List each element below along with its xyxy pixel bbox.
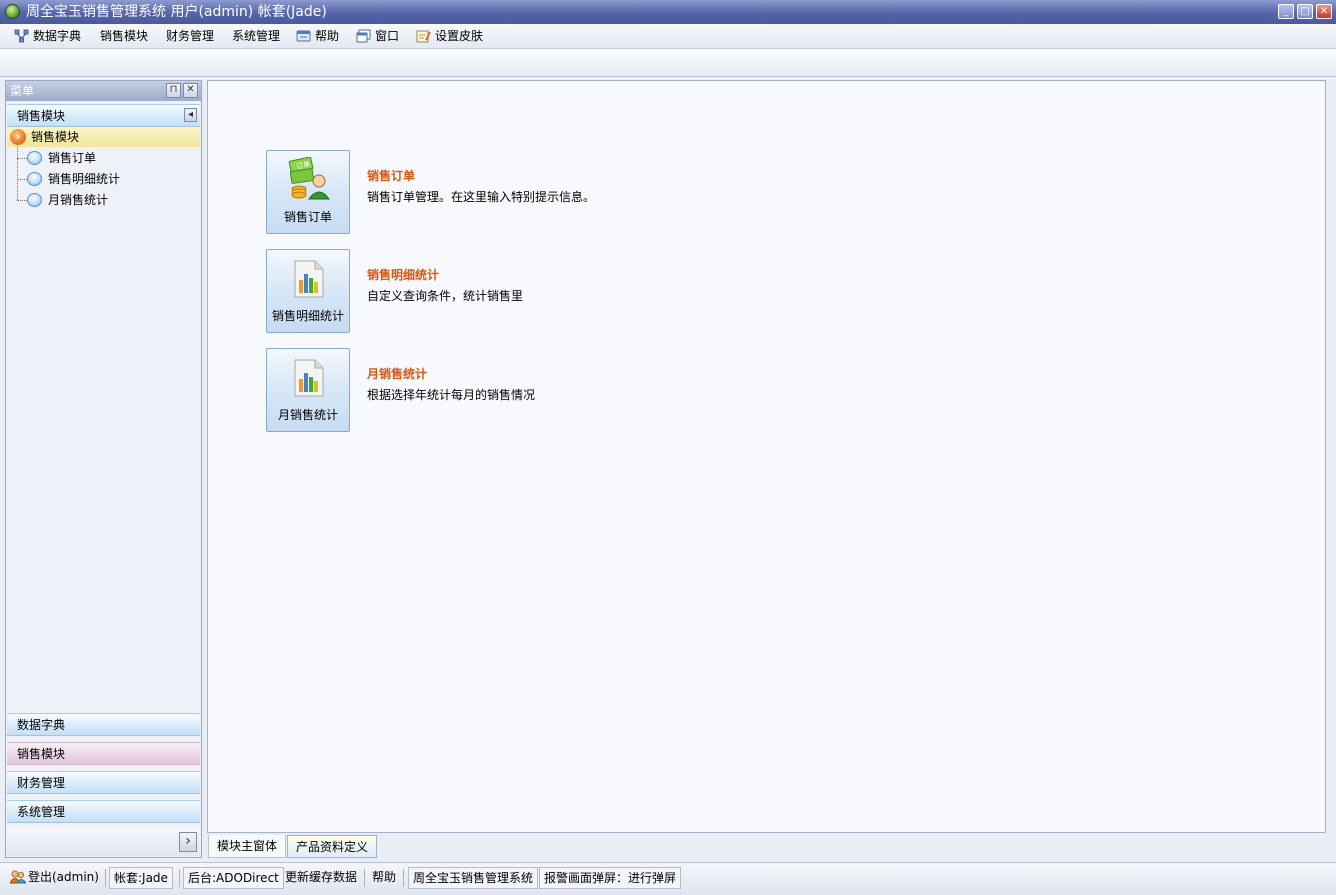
tree-root-label: 销售模块 [31, 130, 80, 144]
group-sales-module[interactable]: 销售模块 [7, 742, 200, 765]
status-separator [179, 869, 180, 887]
menu-finance[interactable]: 财务管理 [166, 24, 214, 48]
app-icon [5, 4, 20, 19]
status-separator [403, 869, 404, 887]
menu-label: 窗口 [375, 29, 400, 43]
menu-window[interactable]: 窗口 [356, 24, 399, 48]
module-description: 自定义查询条件，统计销售里 [367, 289, 524, 303]
toolbar [0, 49, 1336, 77]
status-separator [364, 869, 365, 887]
menu-system[interactable]: 系统管理 [232, 24, 280, 48]
more-groups-arrow-icon[interactable]: › [179, 832, 197, 852]
group-header-current[interactable]: 销售模块 ◂ [7, 104, 200, 127]
system-name-status: 周全宝玉销售管理系统 [408, 867, 539, 889]
module-button-label: 销售明细统计 [271, 309, 344, 323]
pin-icon[interactable]: ⊓ [166, 83, 181, 98]
tab-module-main[interactable]: 模块主窗体 [208, 835, 287, 858]
menu-label: 设置皮肤 [435, 29, 484, 43]
chart-report-icon [294, 260, 324, 298]
main-content: 订单 销售订单 销售订单 销售订单管理。在这里输入特别提示信息。 销售明细统计 … [207, 80, 1326, 833]
maximize-button[interactable]: □ [1297, 4, 1313, 19]
status-bar: 登出(admin) 帐套:Jade 后台:ADODirect 更新缓存数据 帮助… [0, 862, 1336, 895]
close-button[interactable]: ✕ [1316, 4, 1332, 19]
module-title[interactable]: 销售订单 [367, 167, 415, 184]
group-label: 财务管理 [17, 776, 66, 790]
module-description: 根据选择年统计每月的销售情况 [367, 388, 536, 402]
account-status: 帐套:Jade [109, 867, 173, 889]
logout-button[interactable]: 登出(admin) [6, 867, 103, 889]
panel-close-icon[interactable]: ✕ [183, 83, 198, 98]
group-label: 数据字典 [17, 718, 66, 732]
monthly-sales-stats-button[interactable]: 月销售统计 [266, 348, 350, 432]
node-icon [27, 172, 42, 186]
logout-label: 登出(admin) [28, 870, 99, 884]
tree-connector [17, 179, 27, 180]
network-icon [14, 27, 29, 43]
module-title[interactable]: 月销售统计 [367, 365, 427, 382]
panel-title: 菜单 [10, 84, 35, 98]
tree-item-label: 销售订单 [48, 151, 97, 165]
node-icon [27, 193, 42, 207]
group-data-dictionary[interactable]: 数据字典 [7, 713, 200, 736]
menu-label: 数据字典 [33, 29, 82, 43]
module-button-label: 月销售统计 [277, 408, 338, 422]
node-icon [27, 151, 42, 165]
tree-root-item[interactable]: › 销售模块 [7, 127, 200, 147]
group-header-label: 销售模块 [17, 109, 66, 123]
tab-product-definition[interactable]: 产品资料定义 [287, 835, 378, 858]
status-help-button[interactable]: 帮助 [368, 867, 400, 889]
minimize-button[interactable]: _ [1278, 4, 1294, 19]
sales-order-button[interactable]: 订单 销售订单 [266, 150, 350, 234]
sales-detail-stats-button[interactable]: 销售明细统计 [266, 249, 350, 333]
group-label: 销售模块 [17, 747, 66, 761]
navigation-panel: 菜单 ⊓ ✕ 销售模块 ◂ › 销售模块 销售订单 销售明细统计 月销售统计 数… [5, 80, 202, 858]
tree-item-label: 月销售统计 [48, 193, 109, 207]
group-overflow-bar: › [7, 828, 200, 856]
expand-arrow-icon: › [10, 129, 26, 145]
tree-item-label: 销售明细统计 [48, 172, 121, 186]
backend-status: 后台:ADODirect [183, 867, 284, 889]
collapse-icon[interactable]: ◂ [184, 108, 197, 122]
users-icon [9, 870, 27, 884]
module-description: 销售订单管理。在这里输入特别提示信息。 [367, 190, 596, 204]
menu-set-skin[interactable]: 设置皮肤 [416, 24, 483, 48]
help-icon [296, 27, 311, 42]
menu-help[interactable]: 帮助 [296, 24, 339, 48]
tree-connector [17, 200, 27, 201]
window-title: 周全宝玉销售管理系统 用户(admin) 帐套(Jade) [26, 4, 327, 20]
panel-header: 菜单 ⊓ ✕ [6, 81, 201, 101]
alarm-status: 报警画面弹屏：进行弹屏 [539, 867, 682, 889]
order-icon: 订单 [288, 157, 330, 200]
menu-data-dictionary[interactable]: 数据字典 [14, 24, 81, 48]
group-finance[interactable]: 财务管理 [7, 771, 200, 794]
tree-connector [17, 147, 18, 200]
module-title[interactable]: 销售明细统计 [367, 266, 439, 283]
tree-connector [17, 158, 27, 159]
title-bar[interactable]: 周全宝玉销售管理系统 用户(admin) 帐套(Jade) _ □ ✕ [0, 0, 1336, 24]
group-system[interactable]: 系统管理 [7, 800, 200, 823]
window-icon [356, 27, 371, 43]
module-button-label: 销售订单 [283, 210, 332, 224]
chart-report-icon [294, 359, 324, 397]
menu-bar: 数据字典 销售模块 财务管理 系统管理 帮助 窗口 设置皮肤 [0, 24, 1336, 49]
group-label: 系统管理 [17, 805, 66, 819]
skin-icon [416, 27, 431, 43]
status-separator [105, 869, 106, 887]
menu-label: 帮助 [315, 29, 340, 43]
menu-sales-module[interactable]: 销售模块 [100, 24, 148, 48]
refresh-cache-button[interactable]: 更新缓存数据 [281, 867, 361, 889]
